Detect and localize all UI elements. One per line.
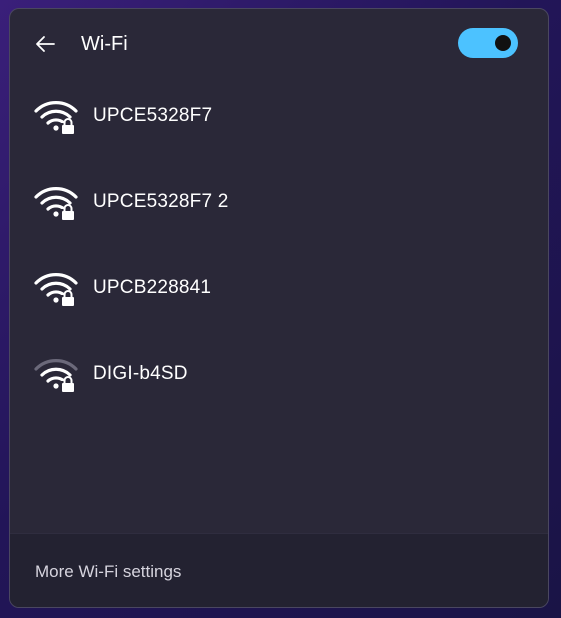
network-name: UPCB228841 <box>93 277 212 298</box>
network-item[interactable]: UPCE5328F7 2 <box>10 159 548 245</box>
wifi-flyout: Wi-Fi UPCE5328F7 UPCE5328F7 2 UPCB228841… <box>9 8 549 608</box>
network-item[interactable]: DIGI-b4SD <box>10 331 548 417</box>
network-list: UPCE5328F7 UPCE5328F7 2 UPCB228841 DIGI-… <box>10 73 548 417</box>
network-item[interactable]: UPCB228841 <box>10 245 548 331</box>
wifi-secured-icon <box>34 101 78 134</box>
toggle-knob <box>495 35 511 51</box>
network-name: DIGI-b4SD <box>93 363 188 384</box>
wifi-header: Wi-Fi <box>10 9 548 79</box>
network-item[interactable]: UPCE5328F7 <box>10 73 548 159</box>
wifi-secured-icon <box>34 273 78 306</box>
network-name: UPCE5328F7 2 <box>93 191 229 212</box>
flyout-footer: More Wi-Fi settings <box>10 533 548 607</box>
page-title: Wi-Fi <box>81 33 128 55</box>
back-button[interactable] <box>30 30 60 58</box>
wifi-toggle[interactable] <box>458 28 518 58</box>
more-wifi-settings-link[interactable]: More Wi-Fi settings <box>35 561 181 583</box>
back-arrow-icon <box>36 36 55 52</box>
wifi-weak-secured-icon <box>34 359 78 392</box>
wifi-secured-icon <box>34 187 78 220</box>
network-name: UPCE5328F7 <box>93 105 213 126</box>
